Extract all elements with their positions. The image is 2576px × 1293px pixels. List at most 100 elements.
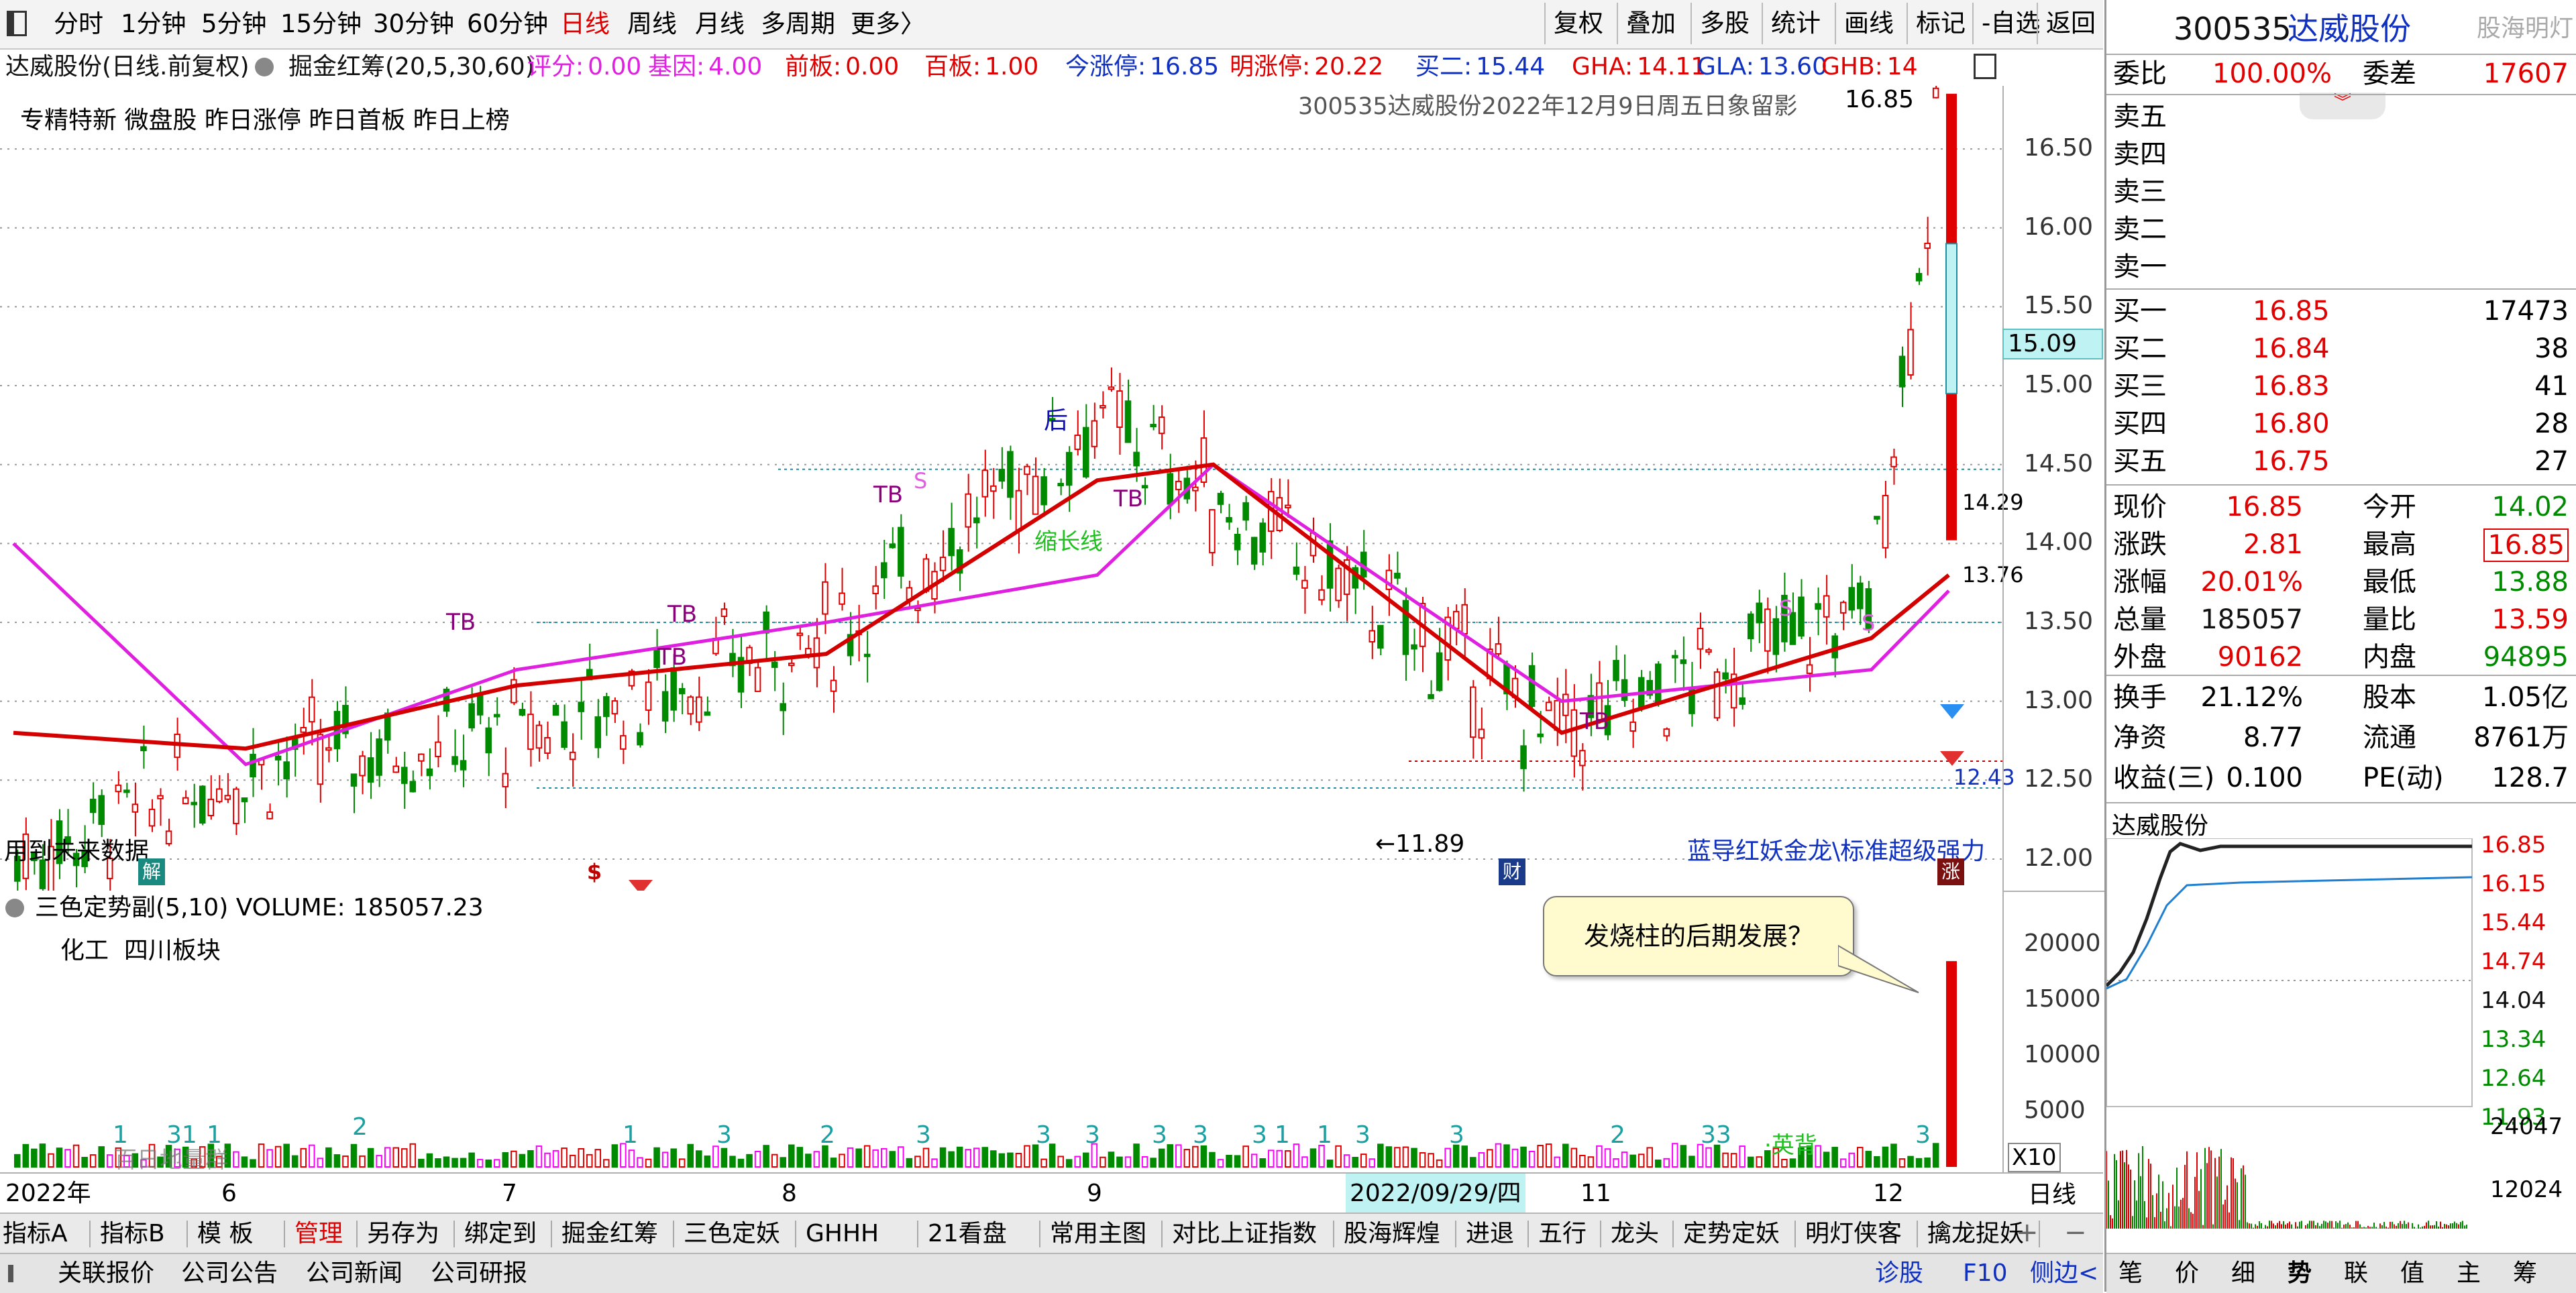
scale-label[interactable]: X10 [2008, 1143, 2061, 1172]
sell-level-row[interactable]: 卖一 [2106, 248, 2576, 286]
indicator-tab[interactable]: 龙头 [1611, 1214, 1659, 1254]
panel-tab[interactable]: 细 [2231, 1254, 2255, 1293]
candle-body [880, 562, 888, 579]
buy-level-row[interactable]: 买二 16.84 38 [2106, 330, 2576, 368]
dropdown-icon[interactable] [255, 58, 274, 76]
tab-divider [89, 1221, 91, 1247]
panel-tab[interactable]: 笔 [2118, 1254, 2143, 1293]
toolbar-button[interactable]: 返回 [2037, 3, 2104, 44]
quote-value: 90162 [2217, 642, 2303, 673]
indicator-tab[interactable]: 指标B [100, 1214, 165, 1254]
period-tab[interactable]: 1分钟 [121, 0, 186, 48]
level-price: 16.84 [2253, 333, 2330, 364]
sell-level-row[interactable]: 卖五 [2106, 98, 2576, 135]
panel-tab[interactable]: 主 [2457, 1254, 2481, 1293]
zoom-out-button[interactable]: − [2064, 1213, 2087, 1253]
indicator-tab[interactable]: GHHH [806, 1214, 879, 1254]
volume-bar [1915, 1158, 1923, 1168]
panel-tab[interactable]: 联 [2344, 1254, 2368, 1293]
indicator-tab[interactable]: 模 板 [197, 1214, 253, 1254]
indicator-tab[interactable]: 掘金红筹 [561, 1214, 658, 1254]
candlestick-chart[interactable] [0, 86, 2002, 891]
candle-body [502, 773, 509, 788]
panel-tab[interactable]: 价 [2175, 1254, 2199, 1293]
sidebar-toggle[interactable]: 侧边< [2030, 1254, 2098, 1293]
candle-body [611, 700, 619, 715]
period-tab[interactable]: 分时 [54, 0, 103, 48]
diagnose-link[interactable]: 诊股 [1875, 1254, 1923, 1293]
candle-body [998, 469, 1006, 482]
period-tab[interactable]: 多周期 [761, 0, 835, 48]
indicator-tab[interactable]: 21看盘 [928, 1214, 1007, 1254]
toolbar-button[interactable]: 叠加 [1617, 3, 1684, 44]
sell-level-row[interactable]: 卖三 [2106, 173, 2576, 211]
window-menu-icon[interactable] [7, 11, 27, 36]
indicator-tab[interactable]: 股海辉煌 [1344, 1214, 1440, 1254]
status-menu-icon[interactable] [8, 1265, 27, 1282]
candle-body [620, 735, 627, 750]
indicator-tab[interactable]: 对比上证指数 [1172, 1214, 1317, 1254]
toolbar-button[interactable]: 统计 [1762, 3, 1829, 44]
volume-bar [1242, 1145, 1249, 1168]
f10-link[interactable]: F10 [1963, 1254, 2008, 1293]
period-tab[interactable]: 日线 [560, 0, 610, 48]
sell-level-row[interactable]: 卖四 [2106, 135, 2576, 173]
zoom-in-button[interactable]: + [2016, 1213, 2039, 1253]
volume-bar [729, 1156, 736, 1168]
panel-tab[interactable]: 值 [2400, 1254, 2424, 1293]
status-item[interactable]: 公司研报 [431, 1254, 527, 1293]
sell-level-row[interactable]: 卖二 [2106, 211, 2576, 248]
toolbar-button[interactable]: 多股 [1690, 3, 1758, 44]
indicator-tab[interactable]: 绑定到 [464, 1214, 537, 1254]
candle-body [1116, 390, 1123, 428]
panel-tab[interactable]: 筹 [2513, 1254, 2537, 1293]
volume-bar [637, 1157, 643, 1168]
buy-level-row[interactable]: 买五 16.75 27 [2106, 443, 2576, 480]
panel-tab[interactable]: 势 [2288, 1254, 2312, 1293]
status-item[interactable]: 公司公告 [181, 1254, 278, 1293]
indicator-tab[interactable]: 管理 [294, 1214, 343, 1254]
indicator-tab[interactable]: 定势定妖 [1683, 1214, 1780, 1254]
volume-bar [1402, 1146, 1409, 1168]
level-label: 买二 [2113, 333, 2167, 364]
layout-toggle-icon[interactable] [1974, 54, 1996, 79]
period-tab[interactable]: 月线 [695, 0, 745, 48]
period-tab[interactable]: 60分钟 [467, 0, 548, 48]
buy-level-row[interactable]: 买四 16.80 28 [2106, 405, 2576, 443]
candle-body [1747, 613, 1754, 640]
tab-divider [917, 1221, 918, 1247]
candle-body [511, 679, 517, 704]
period-tab[interactable]: 5分钟 [201, 0, 267, 48]
status-item[interactable]: 公司新闻 [306, 1254, 402, 1293]
indicator-tab[interactable]: 指标A [3, 1214, 68, 1254]
indicator-tab[interactable]: 常用主图 [1050, 1214, 1146, 1254]
volume-bar [1343, 1154, 1350, 1168]
volume-bar [1688, 1156, 1695, 1168]
indicator-name[interactable]: 掘金红筹(20,5,30,60) [288, 48, 535, 86]
candle-body [1537, 733, 1544, 738]
indicator-tab[interactable]: 明灯侠客 [1805, 1214, 1902, 1254]
period-tab[interactable]: 30分钟 [373, 0, 454, 48]
status-item[interactable]: 关联报价 [58, 1254, 154, 1293]
quote-row: 总量 185057 量比 13.59 [2106, 601, 2576, 638]
volume-bar [451, 1158, 458, 1168]
indicator-tab[interactable]: 五行 [1538, 1214, 1587, 1254]
buy-level-row[interactable]: 买三 16.83 41 [2106, 368, 2576, 405]
buy-level-row[interactable]: 买一 16.85 17473 [2106, 292, 2576, 330]
price-tick: 14.00 [2024, 528, 2094, 557]
period-label[interactable]: 日线 [2028, 1175, 2076, 1210]
period-tab[interactable]: 15分钟 [280, 0, 362, 48]
indicator-tab[interactable]: 三色定妖 [684, 1214, 780, 1254]
period-tab[interactable]: 周线 [627, 0, 677, 48]
stock-name[interactable]: 达威股份 [2288, 5, 2411, 52]
quote-value: 13.88 [2491, 567, 2569, 598]
toolbar-button[interactable]: 画线 [1835, 3, 1902, 44]
volume-bar [182, 1146, 189, 1168]
indicator-tab[interactable]: 另存为 [367, 1214, 439, 1254]
toolbar-button[interactable]: 标记 [1907, 3, 1974, 44]
indicator-tab[interactable]: 进退 [1466, 1214, 1514, 1254]
toolbar-button[interactable]: 复权 [1544, 3, 1611, 44]
period-tab[interactable]: 更多〉 [851, 0, 925, 48]
candle-body [704, 711, 711, 716]
mini-price-tick: 16.15 [2481, 870, 2546, 897]
